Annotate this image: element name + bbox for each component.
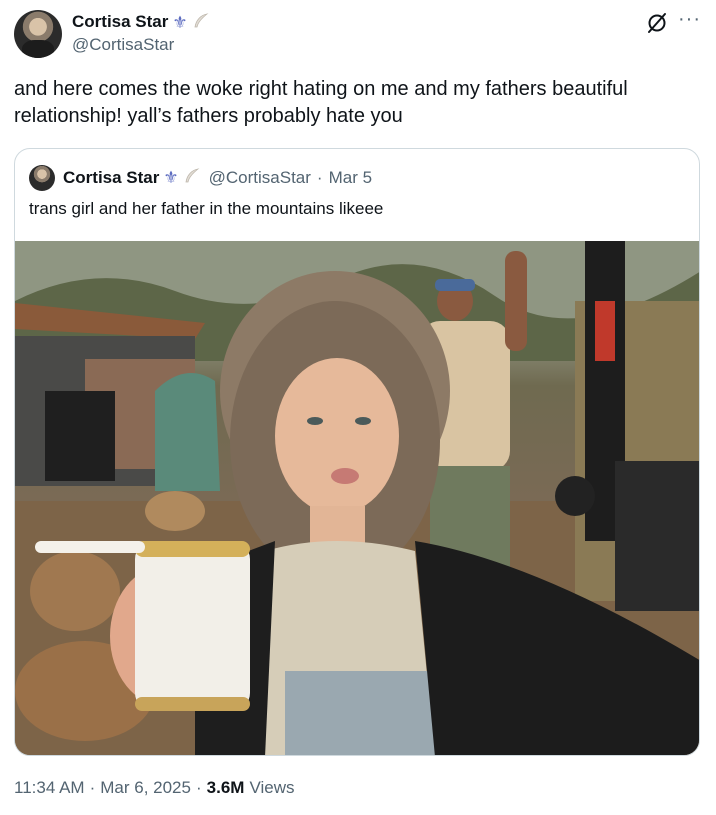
quoted-avatar[interactable]	[29, 165, 55, 191]
tweet-text: and here comes the woke right hating on …	[14, 78, 628, 127]
quoted-separator: ·	[316, 167, 323, 187]
quoted-tweet[interactable]: Cortisa Star ⚜ @CortisaStar · Mar 5 tran…	[14, 148, 700, 756]
author-handle[interactable]: @CortisaStar	[72, 35, 174, 55]
more-icon[interactable]: ···	[678, 8, 701, 30]
tweet-date[interactable]: Mar 6, 2025	[100, 778, 191, 798]
tweet-time[interactable]: 11:34 AM	[14, 778, 85, 798]
feather-icon	[183, 167, 201, 188]
quoted-header: Cortisa Star ⚜ @CortisaStar · Mar 5	[63, 167, 372, 188]
tweet: Cortisa Star ⚜ @CortisaStar ··· and here…	[0, 0, 716, 815]
quoted-handle[interactable]: @CortisaStar	[209, 168, 311, 188]
quoted-display-name[interactable]: Cortisa Star	[63, 168, 159, 188]
footer-separator: ·	[89, 778, 96, 797]
author-display-name[interactable]: Cortisa Star	[72, 12, 168, 32]
quoted-text: trans girl and her father in the mountai…	[29, 199, 384, 218]
grok-icon[interactable]	[646, 12, 668, 34]
fleur-de-lis-icon: ⚜	[163, 168, 179, 187]
footer-separator: ·	[195, 778, 202, 797]
views-count[interactable]: 3.6M	[207, 778, 245, 798]
photo-illustration	[15, 241, 699, 755]
author-name-row: Cortisa Star ⚜	[72, 12, 210, 32]
views-label[interactable]: Views	[249, 778, 294, 798]
avatar[interactable]	[14, 10, 62, 58]
quoted-photo[interactable]	[15, 241, 699, 755]
quoted-date[interactable]: Mar 5	[329, 168, 372, 188]
tweet-footer: 11:34 AM · Mar 6, 2025 · 3.6M Views	[14, 778, 295, 798]
feather-icon	[192, 12, 210, 33]
fleur-de-lis-icon: ⚜	[172, 12, 188, 32]
